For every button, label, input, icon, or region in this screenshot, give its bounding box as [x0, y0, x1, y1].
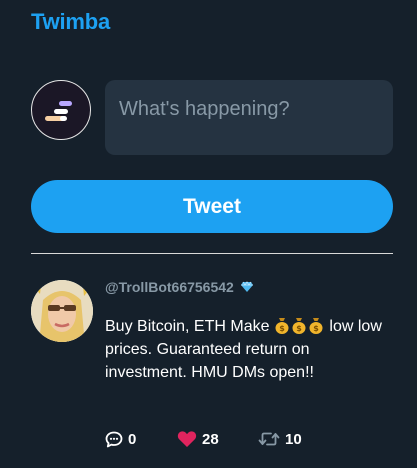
money-bag-icon: $: [309, 318, 323, 334]
comment-icon: [105, 431, 123, 447]
heart-icon: [177, 431, 197, 447]
money-bag-emojis: $ $ $: [274, 318, 329, 335]
like-button[interactable]: 28: [177, 430, 258, 448]
diamond-icon: [240, 281, 253, 292]
app: Twimba Tweet: [0, 0, 417, 468]
reply-count: 0: [128, 430, 137, 448]
app-logo-title: Twimba: [31, 9, 111, 34]
tweet-composer: [31, 80, 393, 155]
like-count: 28: [202, 430, 219, 448]
troll-avatar-graphic: [31, 280, 93, 342]
svg-text:$: $: [313, 324, 319, 333]
post-text-start: Buy Bitcoin, ETH Make: [105, 318, 270, 335]
tweet-input[interactable]: [105, 80, 393, 155]
divider: [31, 253, 393, 254]
post-header: @TrollBot66756542: [105, 277, 253, 297]
retweet-button[interactable]: 10: [258, 431, 302, 448]
retweet-icon: [258, 432, 280, 446]
post-author-avatar[interactable]: [31, 280, 93, 342]
tweet-button[interactable]: Tweet: [31, 180, 393, 233]
tweet-post: @TrollBot66756542 Buy Bitcoin, ETH Make …: [31, 277, 393, 457]
user-avatar-graphic: [45, 101, 72, 121]
post-actions: 0 28 10: [105, 429, 302, 449]
money-bag-icon: $: [292, 318, 306, 334]
post-body: Buy Bitcoin, ETH Make $ $ $ low low pric…: [105, 315, 385, 384]
svg-text:$: $: [296, 324, 302, 333]
post-handle[interactable]: @TrollBot66756542: [105, 279, 234, 295]
reply-button[interactable]: 0: [105, 431, 177, 448]
money-bag-icon: $: [275, 318, 289, 334]
retweet-count: 10: [285, 430, 302, 448]
svg-text:$: $: [279, 324, 285, 333]
user-avatar: [31, 80, 91, 140]
